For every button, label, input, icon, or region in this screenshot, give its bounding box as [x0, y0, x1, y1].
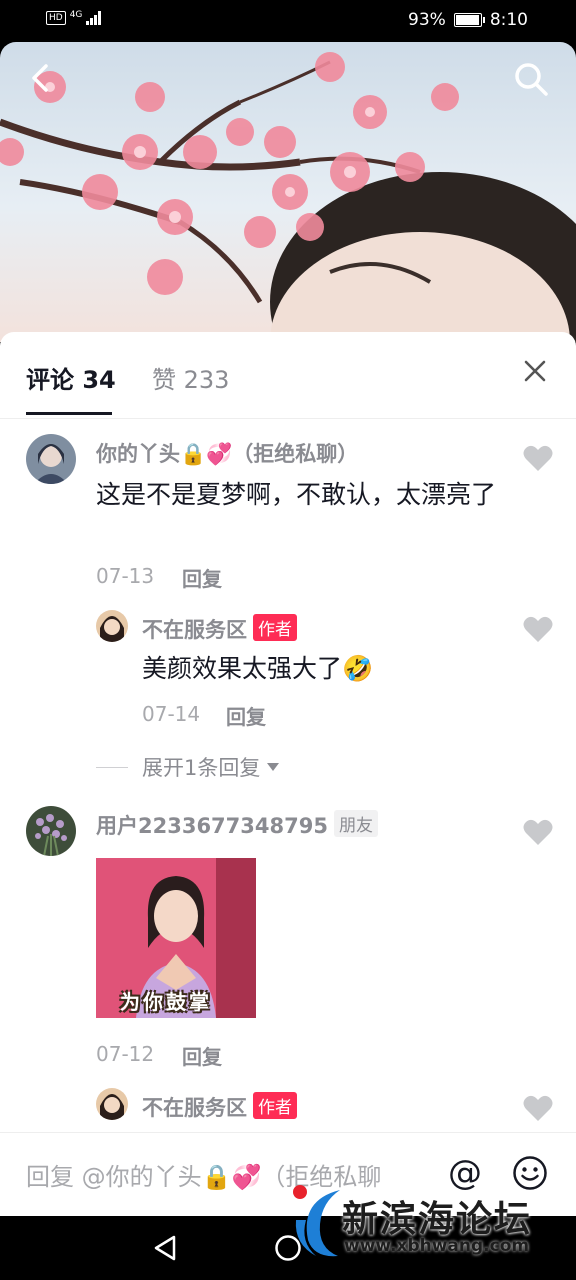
reply-button[interactable]: 回复	[226, 701, 266, 730]
comment-date: 07-12	[96, 1042, 155, 1066]
avatar[interactable]	[96, 1088, 128, 1120]
nav-back-icon[interactable]	[152, 1234, 178, 1262]
avatar[interactable]	[26, 806, 76, 856]
reply-username: 不在服务区 作者	[142, 1092, 297, 1122]
watermark-logo: 新滨海论坛 www.xbhwang.com	[290, 1180, 570, 1260]
comment-username[interactable]: 你的丫头🔒💞（拒绝私聊）	[96, 438, 358, 468]
like-heart-icon[interactable]	[523, 1094, 553, 1122]
blossom-artwork	[0, 52, 576, 342]
comment-date: 07-13	[96, 564, 155, 588]
active-tab-indicator	[26, 412, 112, 415]
search-icon[interactable]	[512, 60, 550, 98]
expand-replies-label: 展开1条回复	[142, 756, 261, 780]
reply-button[interactable]: 回复	[182, 1041, 222, 1070]
reply-text[interactable]: 美颜效果太强大了🤣	[142, 650, 492, 688]
network-type: 4G	[69, 10, 83, 20]
video-preview	[0, 42, 576, 342]
signal-icon	[86, 11, 102, 25]
friend-badge: 朋友	[333, 810, 378, 837]
watermark-url: www.xbhwang.com	[344, 1236, 530, 1256]
reply-username: 不在服务区 作者	[142, 614, 297, 644]
tab-likes[interactable]: 赞 233	[152, 360, 229, 395]
expand-replies-button[interactable]: 展开1条回复	[96, 752, 280, 782]
back-icon[interactable]	[24, 60, 60, 96]
sticker-image[interactable]: 为你鼓掌	[96, 858, 256, 1018]
reply-username-text[interactable]: 不在服务区	[142, 618, 247, 642]
tab-bar: 评论 34 赞 233	[0, 332, 576, 419]
hd-indicator: HD	[46, 11, 66, 25]
like-heart-icon[interactable]	[523, 615, 553, 643]
comment-text[interactable]: 这是不是夏梦啊，不敢认，太漂亮了	[96, 476, 496, 514]
tab-comments[interactable]: 评论 34	[26, 360, 116, 395]
close-icon[interactable]	[522, 358, 548, 384]
reply-username-text[interactable]: 不在服务区	[142, 1096, 247, 1120]
like-heart-icon[interactable]	[523, 444, 553, 472]
watermark-emblem	[293, 1185, 340, 1257]
avatar[interactable]	[96, 610, 128, 642]
reply-button[interactable]: 回复	[182, 563, 222, 592]
avatar[interactable]	[26, 434, 76, 484]
author-badge: 作者	[253, 614, 297, 641]
sticker-caption: 为你鼓掌	[120, 990, 212, 1014]
battery-percent: 93%	[408, 10, 446, 30]
battery-icon	[453, 13, 485, 27]
status-bar: HD 4G 93% 8:10	[0, 0, 576, 42]
caret-down-icon	[267, 763, 280, 771]
watermark-title: 新滨海论坛	[342, 1199, 533, 1240]
comment-username-text[interactable]: 用户2233677348795	[96, 814, 328, 838]
like-heart-icon[interactable]	[523, 818, 553, 846]
clock: 8:10	[489, 10, 528, 30]
comments-panel: 评论 34 赞 233 你的丫头🔒💞（拒绝私聊） 这是不是夏梦啊，不敢认，太漂亮…	[0, 332, 576, 1216]
author-badge: 作者	[253, 1092, 297, 1119]
comment-username: 用户2233677348795 朋友	[96, 810, 378, 840]
reply-date: 07-14	[142, 702, 201, 726]
